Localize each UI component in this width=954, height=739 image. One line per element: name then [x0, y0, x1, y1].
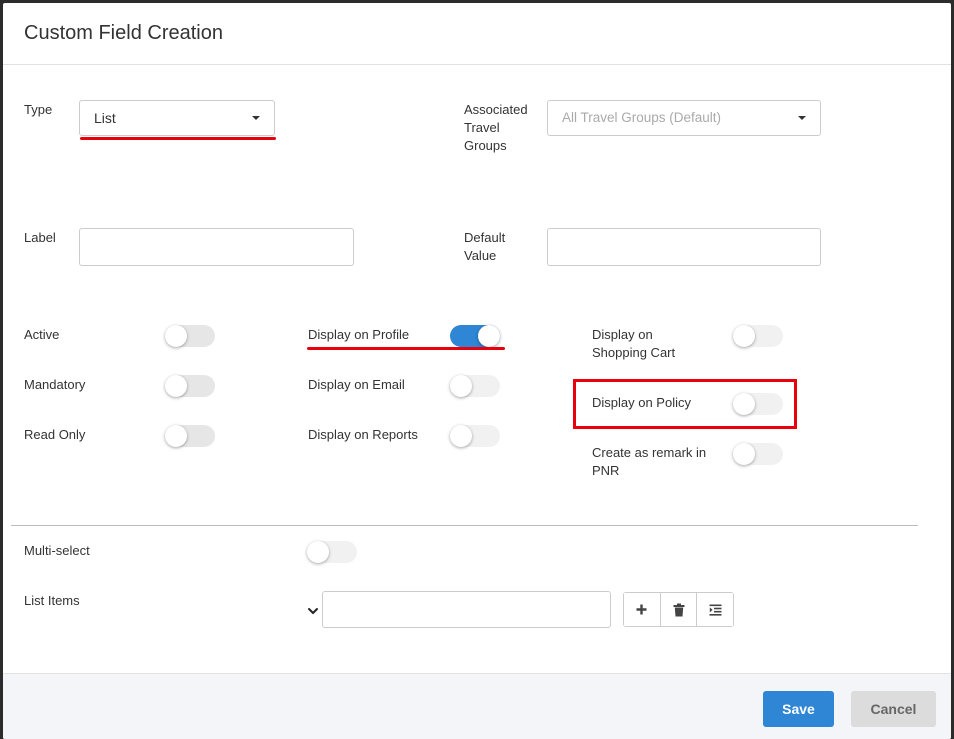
chevron-down-icon[interactable]: [307, 607, 319, 616]
toggle-knob: [450, 425, 472, 447]
save-button[interactable]: Save: [763, 691, 834, 727]
type-label: Type: [24, 102, 53, 117]
toggle-knob: [165, 425, 187, 447]
travel-groups-placeholder: All Travel Groups (Default): [562, 110, 722, 125]
caret-down-icon: [252, 116, 260, 120]
section-divider: [11, 525, 918, 526]
toggle-knob: [733, 443, 755, 465]
toggle-knob: [478, 325, 500, 347]
label-field-label: Label: [24, 230, 56, 245]
add-item-button[interactable]: [624, 593, 661, 626]
type-select[interactable]: List: [79, 100, 275, 136]
dialog-footer: Save Cancel: [3, 673, 951, 739]
display-reports-label: Display on Reports: [308, 427, 418, 442]
remark-pnr-label: Create as remark in PNR: [592, 445, 707, 478]
active-label: Active: [24, 327, 60, 342]
active-toggle[interactable]: [165, 325, 215, 347]
cancel-button[interactable]: Cancel: [851, 691, 936, 727]
display-cart-label: Display on Shopping Cart: [592, 327, 676, 360]
default-value-label: Default Value: [464, 230, 506, 263]
multi-select-toggle[interactable]: [307, 541, 357, 563]
toggle-knob: [450, 375, 472, 397]
display-cart-toggle[interactable]: [733, 325, 783, 347]
toggle-knob: [733, 393, 755, 415]
type-select-value: List: [94, 110, 116, 126]
display-profile-toggle[interactable]: [450, 325, 500, 347]
dialog-header: Custom Field Creation: [3, 3, 951, 65]
display-policy-label: Display on Policy: [592, 395, 691, 410]
travel-groups-select[interactable]: All Travel Groups (Default): [547, 100, 821, 136]
list-item-actions: [623, 592, 734, 627]
read-only-label: Read Only: [24, 427, 86, 442]
multi-select-label: Multi-select: [24, 543, 90, 558]
display-email-label: Display on Email: [308, 377, 405, 392]
mandatory-label: Mandatory: [24, 377, 86, 392]
default-value-input[interactable]: [547, 228, 821, 266]
display-profile-label: Display on Profile: [308, 327, 410, 342]
toggle-knob: [165, 325, 187, 347]
label-input[interactable]: [79, 228, 354, 266]
dialog-title: Custom Field Creation: [24, 22, 223, 44]
caret-down-icon: [798, 116, 806, 120]
display-email-toggle[interactable]: [450, 375, 500, 397]
custom-field-dialog: Custom Field Creation Type List Associat…: [3, 3, 951, 739]
mandatory-toggle[interactable]: [165, 375, 215, 397]
plus-icon: [636, 604, 647, 615]
read-only-toggle[interactable]: [165, 425, 215, 447]
list-item-input[interactable]: [322, 591, 611, 628]
highlight-underline-type: [80, 137, 276, 140]
trash-icon: [673, 603, 684, 616]
indent-icon: [709, 604, 722, 616]
toggle-knob: [165, 375, 187, 397]
display-reports-toggle[interactable]: [450, 425, 500, 447]
display-policy-toggle[interactable]: [733, 393, 783, 415]
remark-pnr-toggle[interactable]: [733, 443, 783, 465]
toggle-knob: [733, 325, 755, 347]
list-items-label: List Items: [24, 593, 80, 608]
highlight-underline-profile: [307, 347, 505, 350]
toggle-knob: [307, 541, 329, 563]
travel-groups-label: Associated Travel Groups: [464, 102, 528, 153]
delete-item-button[interactable]: [660, 593, 698, 626]
indent-item-button[interactable]: [697, 593, 734, 626]
